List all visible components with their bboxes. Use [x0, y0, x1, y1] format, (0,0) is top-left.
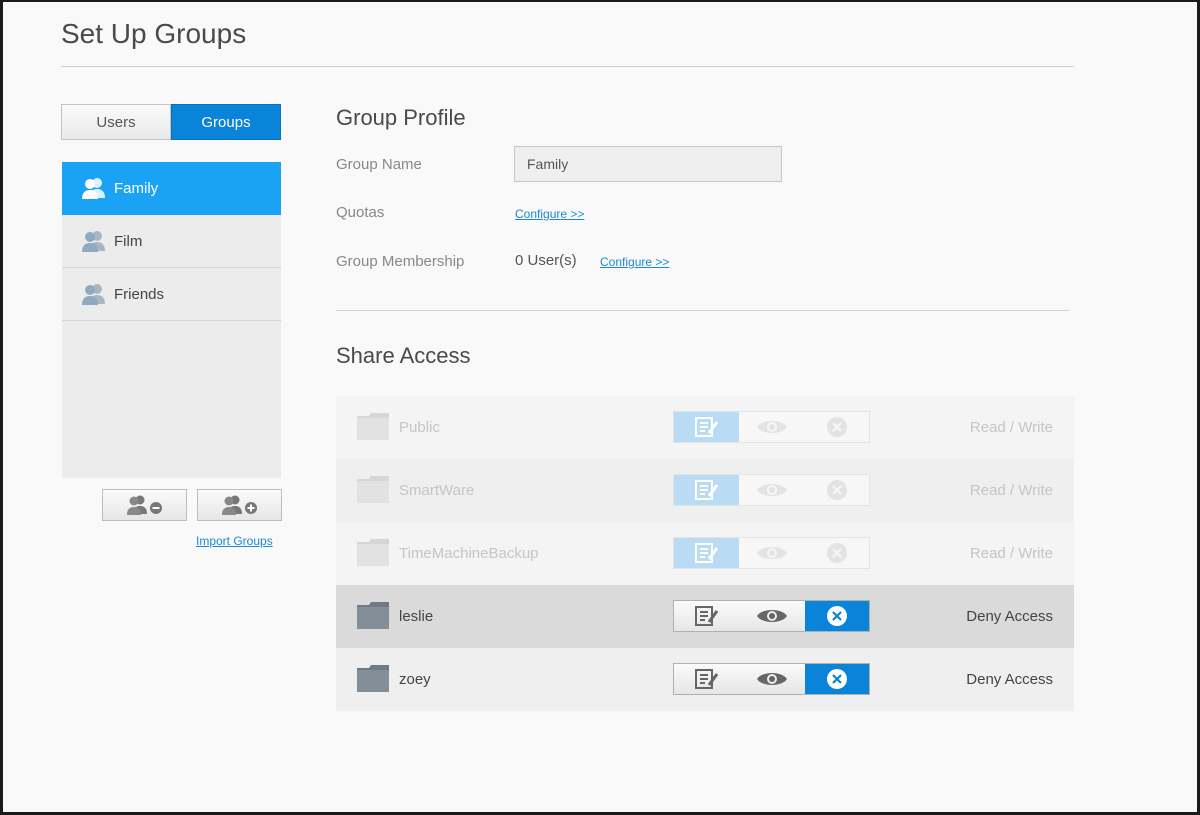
deny-icon: [827, 480, 847, 500]
edit-icon: [694, 606, 718, 626]
share-name: zoey: [399, 671, 431, 688]
import-groups-link[interactable]: Import Groups: [196, 534, 273, 548]
deny-icon: [827, 417, 847, 437]
group-profile-title: Group Profile: [336, 105, 466, 130]
remove-group-button[interactable]: [102, 489, 187, 521]
folder-icon: [357, 665, 389, 692]
groups-tab[interactable]: Groups: [171, 104, 281, 140]
group-item-label: Film: [114, 232, 143, 250]
share-access-title: Share Access: [336, 343, 471, 368]
permission-label: Read / Write: [969, 482, 1053, 499]
page-title: Set Up Groups: [61, 18, 247, 49]
folder-icon: [357, 413, 389, 440]
permission-label: Deny Access: [966, 671, 1053, 688]
deny-access-button[interactable]: [805, 601, 869, 631]
share-name: TimeMachineBackup: [399, 545, 539, 562]
share-name: SmartWare: [399, 482, 475, 499]
group-icon: [82, 231, 105, 252]
share-row-zoey: zoey Deny Access: [336, 648, 1074, 711]
quotas-configure-link[interactable]: Configure >>: [515, 207, 584, 221]
read-write-button[interactable]: [674, 412, 739, 442]
read-only-button[interactable]: [739, 538, 805, 568]
edit-icon: [694, 417, 718, 437]
read-write-button[interactable]: [674, 664, 739, 694]
title-divider: [61, 66, 1074, 67]
deny-icon: [827, 606, 847, 626]
group-membership-label: Group Membership: [336, 253, 465, 270]
share-access-table: Public Read / Write SmartWare Read / Wri…: [336, 396, 1074, 711]
access-selector: [673, 663, 870, 695]
deny-icon: [827, 543, 847, 563]
membership-configure-link[interactable]: Configure >>: [600, 255, 669, 269]
read-only-button[interactable]: [739, 475, 805, 505]
eye-icon: [757, 610, 787, 622]
group-icon: [82, 284, 105, 305]
deny-access-button[interactable]: [805, 412, 869, 442]
group-icon: [82, 178, 105, 199]
access-selector: [673, 411, 870, 443]
read-write-button[interactable]: [674, 475, 739, 505]
eye-icon: [757, 547, 787, 559]
read-write-button[interactable]: [674, 538, 739, 568]
deny-icon: [827, 669, 847, 689]
group-item-friends[interactable]: Friends: [62, 268, 281, 321]
read-only-button[interactable]: [739, 601, 805, 631]
share-row-timemachinebackup: TimeMachineBackup Read / Write: [336, 522, 1074, 585]
remove-group-icon: [126, 495, 162, 515]
eye-icon: [757, 421, 787, 433]
deny-access-button[interactable]: [805, 664, 869, 694]
group-item-label: Friends: [114, 285, 165, 303]
share-row-smartware: SmartWare Read / Write: [336, 459, 1074, 522]
add-group-button[interactable]: [197, 489, 282, 521]
folder-icon: [357, 476, 389, 503]
eye-icon: [757, 484, 787, 496]
deny-access-button[interactable]: [805, 475, 869, 505]
quotas-label: Quotas: [336, 204, 385, 221]
access-selector: [673, 600, 870, 632]
group-name-input[interactable]: [514, 146, 782, 182]
access-selector: [673, 537, 870, 569]
section-divider: [336, 310, 1069, 311]
group-name-label: Group Name: [336, 156, 422, 173]
deny-access-button[interactable]: [805, 538, 869, 568]
edit-icon: [694, 480, 718, 500]
read-only-button[interactable]: [739, 412, 805, 442]
users-groups-toggle: Users Groups: [61, 104, 281, 140]
edit-icon: [694, 669, 718, 689]
eye-icon: [757, 673, 787, 685]
share-name: Public: [399, 419, 440, 436]
users-tab[interactable]: Users: [61, 104, 171, 140]
share-row-public: Public Read / Write: [336, 396, 1074, 459]
share-row-leslie: leslie Deny Access: [336, 585, 1074, 648]
group-item-family[interactable]: Family: [62, 162, 281, 215]
permission-label: Read / Write: [969, 545, 1053, 562]
edit-icon: [694, 543, 718, 563]
read-write-button[interactable]: [674, 601, 739, 631]
folder-icon: [357, 602, 389, 629]
group-item-label: Family: [114, 179, 159, 197]
group-list: Family Film Friends: [62, 162, 281, 478]
app-window: Set Up Groups Users Groups Family Film F…: [0, 0, 1200, 815]
add-group-icon: [221, 495, 257, 515]
group-item-film[interactable]: Film: [62, 215, 281, 268]
permission-label: Read / Write: [969, 419, 1053, 436]
read-only-button[interactable]: [739, 664, 805, 694]
folder-icon: [357, 539, 389, 566]
share-name: leslie: [399, 608, 434, 625]
membership-count: 0 User(s): [515, 252, 577, 269]
permission-label: Deny Access: [966, 608, 1053, 625]
access-selector: [673, 474, 870, 506]
